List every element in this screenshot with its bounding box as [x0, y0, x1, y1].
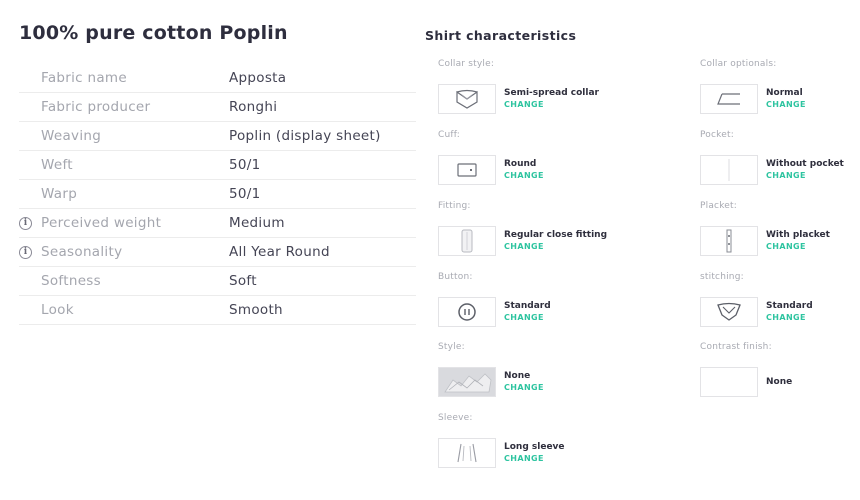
collar-icon[interactable]: [438, 84, 496, 114]
fabric-row-weaving: Weaving Poplin (display sheet): [19, 122, 416, 151]
sleeve-icon[interactable]: [438, 438, 496, 468]
change-button[interactable]: CHANGE: [766, 241, 830, 252]
cuff-icon[interactable]: [438, 155, 496, 185]
option-collar-optionals: Collar optionals: Normal CHANGE: [700, 59, 860, 114]
info-icon[interactable]: i: [19, 216, 32, 230]
option-placket: Placket: With placket CHANGE: [700, 201, 860, 256]
stitching-icon[interactable]: [700, 297, 758, 327]
fabric-row-value: 50/1: [229, 186, 261, 202]
option-value: Long sleeve: [504, 442, 565, 452]
option-label: stitching:: [700, 272, 744, 282]
fabric-row-value: Medium: [229, 215, 285, 231]
option-sleeve: Sleeve: Long sleeve CHANGE: [438, 413, 598, 468]
option-label: Collar style:: [438, 59, 495, 69]
option-label: Collar optionals:: [700, 59, 777, 69]
style-icon[interactable]: [438, 367, 496, 397]
fabric-row-label: Softness: [41, 273, 101, 289]
option-value: None: [766, 376, 793, 387]
fabric-row-weft: Weft 50/1: [19, 151, 416, 180]
option-value: Round: [504, 159, 537, 169]
option-label: Button:: [438, 272, 473, 282]
fitting-icon[interactable]: [438, 226, 496, 256]
fabric-row-value: Smooth: [229, 302, 283, 318]
pocket-icon[interactable]: [700, 155, 758, 185]
fabric-row-label: Seasonality: [41, 244, 123, 260]
change-button[interactable]: CHANGE: [766, 99, 806, 110]
fabric-row-softness: Softness Soft: [19, 267, 416, 296]
fabric-row-seasonality: i Seasonality All Year Round: [19, 238, 416, 267]
fabric-row-value: All Year Round: [229, 244, 330, 260]
option-value: Semi-spread collar: [504, 88, 599, 98]
button-icon[interactable]: [438, 297, 496, 327]
option-label: Sleeve:: [438, 413, 473, 423]
option-label: Fitting:: [438, 201, 471, 211]
option-label: Style:: [438, 342, 465, 352]
fabric-title: 100% pure cotton Poplin: [19, 22, 288, 44]
option-value: Without pocket: [766, 159, 844, 169]
placket-icon[interactable]: [700, 226, 758, 256]
fabric-row-label: Warp: [41, 186, 78, 202]
fabric-row-fabric-name: Fabric name Apposta: [19, 64, 416, 93]
info-icon[interactable]: i: [19, 245, 32, 259]
collar-optional-icon[interactable]: [700, 84, 758, 114]
fabric-row-label: Look: [41, 302, 74, 318]
option-stitching: stitching: Standard CHANGE: [700, 272, 860, 327]
change-button[interactable]: CHANGE: [504, 170, 544, 181]
option-value: Regular close fitting: [504, 230, 608, 240]
option-fitting: Fitting: Regular close fitting CHANGE: [438, 201, 607, 256]
fabric-row-perceived-weight: i Perceived weight Medium: [19, 209, 416, 238]
fabric-row-label: Weft: [41, 157, 73, 173]
option-label: Pocket:: [700, 130, 734, 140]
option-value: None: [504, 371, 531, 381]
change-button[interactable]: CHANGE: [504, 312, 551, 323]
option-pocket: Pocket: Without pocket CHANGE: [700, 130, 860, 185]
option-style: Style: None CHANGE: [438, 342, 598, 397]
option-collar-style: Collar style: Semi-spread collar CHANGE: [438, 59, 599, 114]
fabric-row-value: Apposta: [229, 70, 287, 86]
option-label: Contrast finish:: [700, 342, 772, 352]
option-value: Normal: [766, 88, 803, 98]
option-label: Placket:: [700, 201, 737, 211]
fabric-row-value: 50/1: [229, 157, 261, 173]
fabric-row-label: Weaving: [41, 128, 102, 144]
contrast-finish-icon[interactable]: [700, 367, 758, 397]
option-label: Cuff:: [438, 130, 461, 140]
shirt-characteristics-title: Shirt characteristics: [425, 28, 577, 43]
option-contrast-finish: Contrast finish: None: [700, 342, 860, 397]
fabric-row-warp: Warp 50/1: [19, 180, 416, 209]
fabric-row-value[interactable]: Poplin (display sheet): [229, 128, 381, 144]
fabric-row-fabric-producer: Fabric producer Ronghi: [19, 93, 416, 122]
fabric-row-label: Fabric producer: [41, 99, 151, 115]
change-button[interactable]: CHANGE: [504, 99, 599, 110]
fabric-table: Fabric name Apposta Fabric producer Rong…: [19, 64, 416, 325]
fabric-row-look: Look Smooth: [19, 296, 416, 325]
option-value: Standard: [766, 301, 813, 311]
fabric-row-value: Ronghi: [229, 99, 278, 115]
change-button[interactable]: CHANGE: [504, 241, 607, 252]
change-button[interactable]: CHANGE: [504, 453, 565, 464]
option-cuff: Cuff: Round CHANGE: [438, 130, 598, 185]
change-button[interactable]: CHANGE: [766, 170, 844, 181]
change-button[interactable]: CHANGE: [766, 312, 813, 323]
option-value: With placket: [766, 230, 830, 240]
option-button: Button: Standard CHANGE: [438, 272, 598, 327]
fabric-row-label: Perceived weight: [41, 215, 162, 231]
fabric-row-label: Fabric name: [41, 70, 127, 86]
fabric-row-value: Soft: [229, 273, 257, 289]
option-value: Standard: [504, 301, 551, 311]
change-button[interactable]: CHANGE: [504, 382, 544, 393]
